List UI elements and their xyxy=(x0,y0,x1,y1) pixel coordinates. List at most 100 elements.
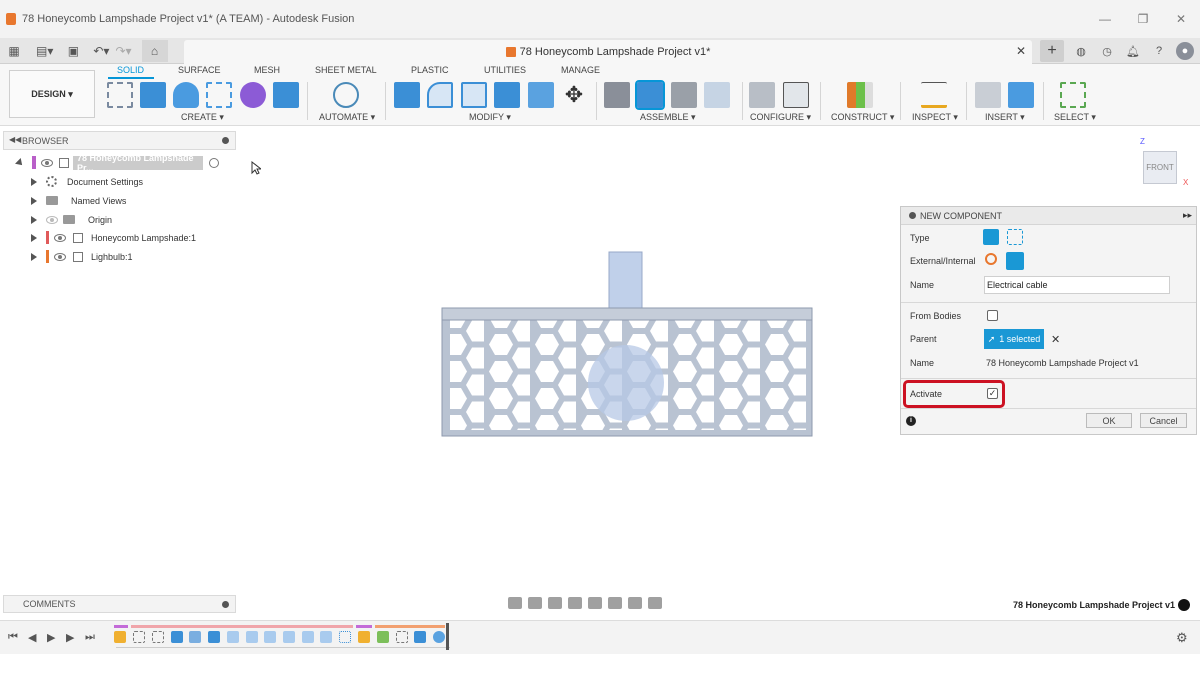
type-standard-icon[interactable] xyxy=(983,229,999,245)
insert-group-label[interactable]: INSERT ▾ xyxy=(985,112,1025,123)
new-tab-plus-icon[interactable]: + xyxy=(1040,40,1064,62)
cancel-button[interactable]: Cancel xyxy=(1140,413,1187,428)
timeline-sketch-icon[interactable] xyxy=(396,631,408,643)
document-tab[interactable]: 78 Honeycomb Lampshade Project v1* ✕ xyxy=(184,40,1032,64)
tree-item[interactable]: Named Views xyxy=(31,192,126,209)
parameters-icon[interactable] xyxy=(749,82,775,108)
tab-utilities[interactable]: UTILITIES xyxy=(484,65,526,75)
tab-plastic[interactable]: PLASTIC xyxy=(411,65,449,75)
press-pull-icon[interactable] xyxy=(394,82,420,108)
from-bodies-checkbox[interactable] xyxy=(987,310,998,321)
tab-mesh[interactable]: MESH xyxy=(254,65,280,75)
data-panel-grid-icon[interactable]: ▦ xyxy=(4,40,24,62)
chamfer-icon[interactable] xyxy=(461,82,487,108)
type-sheet-metal-icon[interactable] xyxy=(1007,229,1023,245)
configure-group-label[interactable]: CONFIGURE ▾ xyxy=(750,112,811,123)
viewcube[interactable]: FRONT xyxy=(1143,151,1177,184)
visibility-eye-icon[interactable] xyxy=(54,233,66,242)
job-status-icon[interactable]: ◷ xyxy=(1098,42,1116,60)
extensions-icon[interactable]: ◍ xyxy=(1072,42,1090,60)
component-name-input[interactable]: Electrical cable xyxy=(984,276,1170,294)
dialog-header[interactable]: NEW COMPONENT ▸▸ xyxy=(901,207,1196,225)
tree-item[interactable]: Document Settings xyxy=(31,173,143,190)
extrude-icon[interactable] xyxy=(140,82,166,108)
select-group-label[interactable]: SELECT ▾ xyxy=(1054,112,1096,123)
timeline-fillet-icon[interactable] xyxy=(246,631,258,643)
tree-item[interactable]: Honeycomb Lampshade:1 xyxy=(31,229,196,246)
collapse-arrow-icon[interactable] xyxy=(15,157,25,168)
timeline-fillet-icon[interactable] xyxy=(264,631,276,643)
visibility-eye-icon[interactable] xyxy=(54,252,66,261)
timeline-play-icon[interactable]: ▶ xyxy=(47,631,55,644)
assemble-group-label[interactable]: ASSEMBLE ▾ xyxy=(640,112,696,123)
automate-group-label[interactable]: AUTOMATE ▾ xyxy=(319,112,375,123)
timeline-prev-icon[interactable]: ◀ xyxy=(28,631,36,644)
tab-sheet-metal[interactable]: SHEET METAL xyxy=(315,65,377,75)
viewports-icon[interactable] xyxy=(648,597,662,609)
box-icon[interactable] xyxy=(273,82,299,108)
lampshade-model[interactable] xyxy=(438,250,816,440)
collapse-panel-icon[interactable]: ◀◀ xyxy=(9,135,21,144)
maximize-button[interactable]: ❐ xyxy=(1124,0,1162,38)
timeline-pattern-icon[interactable] xyxy=(339,631,351,643)
file-menu-icon[interactable]: ▤▾ xyxy=(34,40,55,62)
undo-icon[interactable]: ↶▾ xyxy=(91,40,111,62)
redo-icon[interactable]: ↷▾ xyxy=(113,40,133,62)
browser-root-row[interactable]: 78 Honeycomb Lampshade Pr... xyxy=(15,153,219,173)
dialog-expand-icon[interactable]: ▸▸ xyxy=(1183,210,1192,221)
display-settings-icon[interactable] xyxy=(608,597,622,609)
measure-icon[interactable] xyxy=(921,82,947,108)
comments-panel-header[interactable]: COMMENTS xyxy=(3,595,236,613)
close-tab-icon[interactable]: ✕ xyxy=(1016,44,1026,58)
tree-item[interactable]: Origin xyxy=(31,211,112,228)
timeline-extrude-icon[interactable] xyxy=(171,631,183,643)
close-window-button[interactable]: ✕ xyxy=(1162,0,1200,38)
visibility-eye-icon[interactable] xyxy=(41,158,53,167)
expand-arrow-icon[interactable] xyxy=(31,252,37,261)
timeline-fillet-icon[interactable] xyxy=(320,631,332,643)
fit-zoom-icon[interactable] xyxy=(588,597,602,609)
insert-canvas-icon[interactable] xyxy=(1008,82,1034,108)
timeline-first-icon[interactable]: ⏮ xyxy=(8,631,18,644)
internal-component-icon[interactable] xyxy=(1006,252,1024,270)
timeline-sketch-icon[interactable] xyxy=(152,631,164,643)
select-window-icon[interactable] xyxy=(1060,82,1086,108)
configure-table-icon[interactable] xyxy=(783,82,809,108)
orbit-icon[interactable] xyxy=(508,597,522,609)
timeline-component-icon[interactable] xyxy=(114,631,126,643)
account-icon[interactable] xyxy=(1178,599,1190,611)
minimize-button[interactable]: — xyxy=(1086,0,1124,38)
clear-selection-icon[interactable]: ✕ xyxy=(1051,333,1060,346)
shell-icon[interactable] xyxy=(494,82,520,108)
info-icon[interactable]: i xyxy=(906,416,916,426)
pattern-icon[interactable] xyxy=(206,82,232,108)
timeline-revolve-icon[interactable] xyxy=(414,631,426,643)
timeline-shell-icon[interactable] xyxy=(189,631,201,643)
new-component-icon[interactable] xyxy=(635,80,665,110)
grid-settings-icon[interactable] xyxy=(628,597,642,609)
home-icon[interactable]: ⌂ xyxy=(141,40,168,62)
dialog-collapse-icon[interactable] xyxy=(909,212,916,219)
timeline-sphere-icon[interactable] xyxy=(433,631,445,643)
ok-button[interactable]: OK xyxy=(1086,413,1132,428)
offset-plane-icon[interactable] xyxy=(847,82,873,108)
timeline-last-icon[interactable]: ⏭ xyxy=(85,631,95,644)
combine-icon[interactable] xyxy=(528,82,554,108)
help-icon[interactable]: ? xyxy=(1150,42,1168,60)
parent-selection-button[interactable]: ➚ 1 selected xyxy=(984,329,1044,349)
revolve-icon[interactable] xyxy=(173,82,199,108)
bill-of-materials-icon[interactable] xyxy=(704,82,730,108)
notifications-bell-icon[interactable]: 🔔︎ xyxy=(1124,42,1142,60)
expand-arrow-icon[interactable] xyxy=(31,233,37,242)
panel-options-icon[interactable] xyxy=(222,137,229,144)
timeline-plane-icon[interactable] xyxy=(377,631,389,643)
automate-icon[interactable] xyxy=(333,82,359,108)
construct-group-label[interactable]: CONSTRUCT ▾ xyxy=(831,112,894,123)
as-built-joint-icon[interactable] xyxy=(671,82,697,108)
form-icon[interactable] xyxy=(240,82,266,108)
zoom-icon[interactable] xyxy=(568,597,582,609)
save-icon[interactable]: ▣ xyxy=(63,40,83,62)
modify-group-label[interactable]: MODIFY ▾ xyxy=(469,112,511,123)
expand-arrow-icon[interactable] xyxy=(31,196,37,205)
look-at-icon[interactable] xyxy=(528,597,542,609)
